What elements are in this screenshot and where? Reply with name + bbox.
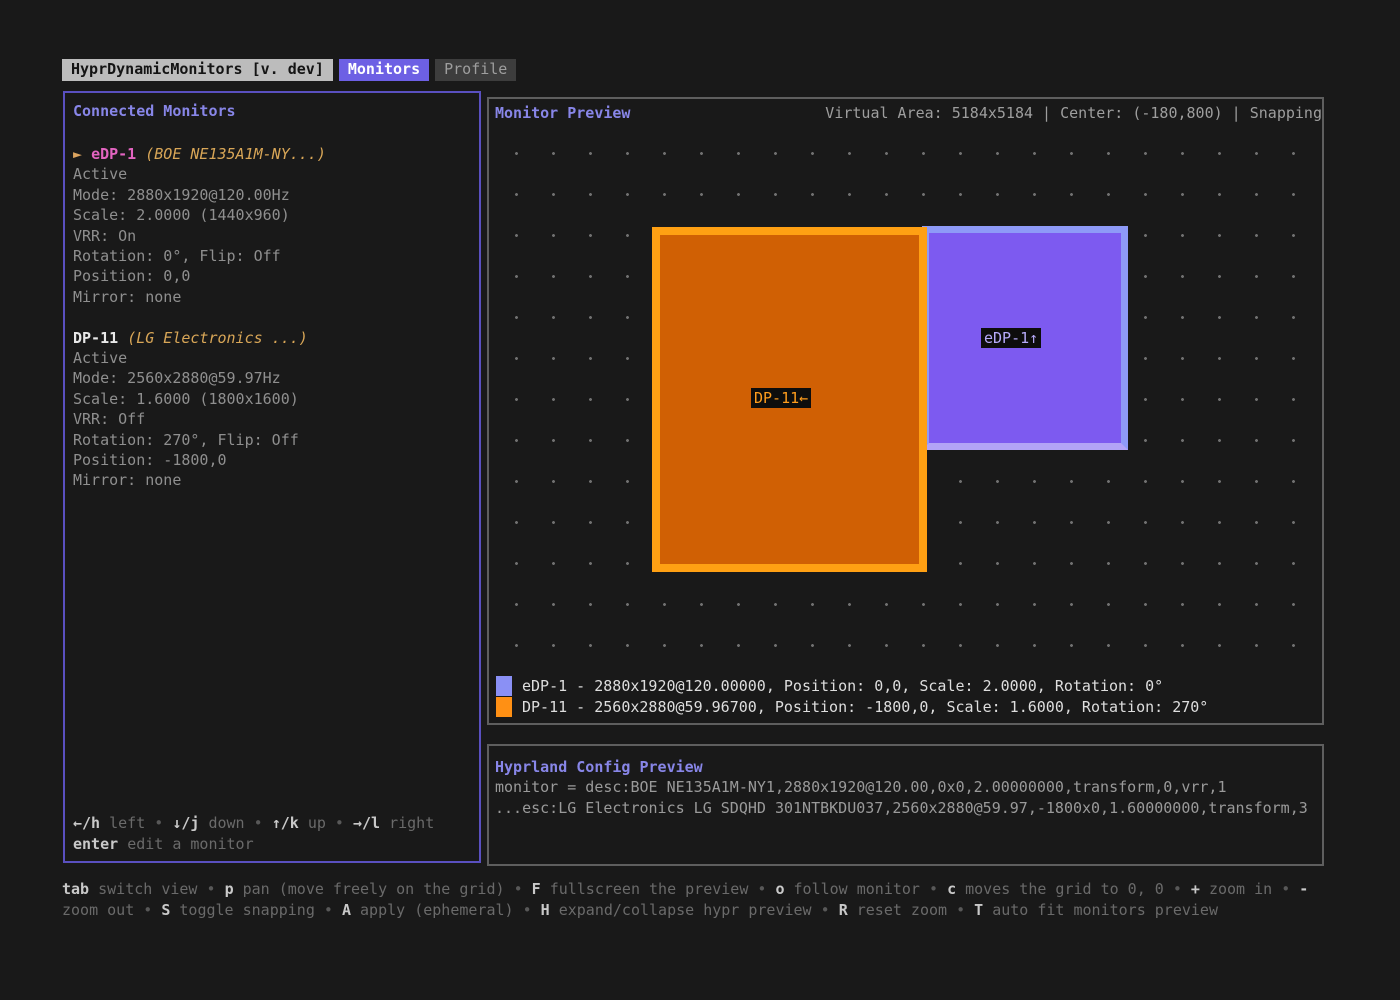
titlebar: HyprDynamicMonitors [v. dev] Monitors Pr… — [62, 59, 516, 81]
preview-status: Virtual Area: 5184x5184 | Center: (-180,… — [825, 104, 1322, 122]
keybind-follow: o — [775, 880, 784, 898]
monitor-position: Position: 0,0 — [73, 266, 473, 286]
legend-row-dp11: DP-11 - 2560x2880@59.96700, Position: -1… — [496, 696, 1208, 717]
monitor-scale: Scale: 1.6000 (1800x1600) — [73, 389, 473, 409]
keybind-enter: enter — [73, 835, 118, 853]
keybind-tab: tab — [62, 880, 89, 898]
monitor-status: Active — [73, 164, 473, 184]
monitor-name[interactable]: eDP-1 — [91, 145, 136, 163]
keybind-desc: right — [389, 814, 434, 832]
keybind-desc: moves the grid to 0, 0 — [965, 880, 1164, 898]
keybind-desc: apply (ephemeral) — [360, 901, 514, 919]
keybind-right: →/l — [353, 814, 380, 832]
global-keybind-help: tab switch view • p pan (move freely on … — [62, 879, 1362, 921]
separator: • — [757, 880, 766, 898]
monitor-status: Active — [73, 348, 473, 368]
separator: • — [254, 814, 263, 832]
connected-monitors-panel: Connected Monitors ► eDP-1 (BOE NE135A1M… — [63, 91, 481, 863]
monitor-rotation: Rotation: 270°, Flip: Off — [73, 430, 473, 450]
preview-title: Monitor Preview — [495, 104, 630, 122]
legend-row-edp1: eDP-1 - 2880x1920@120.00000, Position: 0… — [496, 675, 1208, 696]
keybind-desc: edit a monitor — [127, 835, 253, 853]
legend-swatch-dp11 — [496, 697, 512, 717]
monitor-item-edp1[interactable]: ► eDP-1 (BOE NE135A1M-NY...) Active Mode… — [73, 144, 473, 307]
keybind-desc: reset zoom — [857, 901, 947, 919]
keybind-desc: down — [208, 814, 244, 832]
keybind-left: ←/h — [73, 814, 100, 832]
monitor-mirror: Mirror: none — [73, 470, 473, 490]
keybind-up: ↑/k — [272, 814, 299, 832]
separator: • — [324, 901, 333, 919]
help-line-1: tab switch view • p pan (move freely on … — [62, 879, 1362, 900]
config-line: ...esc:LG Electronics LG SDQHD 301NTBKDU… — [495, 798, 1316, 818]
keybind-autofit: T — [974, 901, 983, 919]
monitor-mode: Mode: 2560x2880@59.97Hz — [73, 368, 473, 388]
monitor-list: ► eDP-1 (BOE NE135A1M-NY...) Active Mode… — [73, 144, 473, 491]
keybind-desc: zoom out — [62, 901, 134, 919]
monitor-mode: Mode: 2880x1920@120.00Hz — [73, 185, 473, 205]
keybind-desc: pan (move freely on the grid) — [243, 880, 505, 898]
list-keybind-help: ←/h left • ↓/j down • ↑/k up • →/l right… — [73, 813, 434, 854]
keybind-desc: left — [109, 814, 145, 832]
monitor-scale: Scale: 2.0000 (1440x960) — [73, 205, 473, 225]
legend-text: eDP-1 - 2880x1920@120.00000, Position: 0… — [522, 677, 1163, 695]
keybind-pan: p — [225, 880, 234, 898]
monitor-vendor: (LG Electronics ...) — [127, 329, 308, 347]
hyprland-config-panel: Hyprland Config Preview monitor = desc:B… — [487, 744, 1324, 866]
separator: • — [207, 880, 216, 898]
keybind-desc: fullscreen the preview — [550, 880, 749, 898]
app-title: HyprDynamicMonitors [v. dev] — [62, 59, 333, 81]
keybind-fullscreen: F — [532, 880, 541, 898]
monitor-preview-panel: Monitor Preview Virtual Area: 5184x5184 … — [487, 97, 1324, 725]
monitor-mirror: Mirror: none — [73, 287, 473, 307]
keybind-center: c — [947, 880, 956, 898]
monitor-position: Position: -1800,0 — [73, 450, 473, 470]
keybind-desc: up — [308, 814, 326, 832]
keybind-reset-zoom: R — [839, 901, 848, 919]
keybind-desc: auto fit monitors preview — [992, 901, 1218, 919]
preview-monitor-label-dp11[interactable]: DP-11← — [751, 388, 811, 408]
config-line: monitor = desc:BOE NE135A1M-NY1,2880x192… — [495, 777, 1316, 797]
keybind-desc: expand/collapse hypr preview — [559, 901, 812, 919]
separator: • — [821, 901, 830, 919]
keybind-desc: follow monitor — [794, 880, 920, 898]
separator: • — [956, 901, 965, 919]
keybind-down: ↓/j — [172, 814, 199, 832]
keybind-hypr-preview: H — [541, 901, 550, 919]
separator: • — [523, 901, 532, 919]
separator: • — [1173, 880, 1182, 898]
separator: • — [143, 901, 152, 919]
separator: • — [335, 814, 344, 832]
keybind-zoom-out: - — [1299, 880, 1308, 898]
tab-profile[interactable]: Profile — [435, 59, 516, 81]
separator: • — [929, 880, 938, 898]
selection-arrow-icon: ► — [73, 145, 82, 163]
monitor-vrr: VRR: On — [73, 226, 473, 246]
keybind-apply: A — [342, 901, 351, 919]
preview-monitor-label-edp1[interactable]: eDP-1↑ — [981, 328, 1041, 348]
monitor-item-dp11[interactable]: DP-11 (LG Electronics ...) Active Mode: … — [73, 328, 473, 491]
help-line-2: zoom out • S toggle snapping • A apply (… — [62, 900, 1362, 921]
preview-header: Monitor Preview Virtual Area: 5184x5184 … — [495, 104, 1322, 122]
connected-monitors-title: Connected Monitors — [73, 102, 236, 120]
separator: • — [1281, 880, 1290, 898]
separator: • — [514, 880, 523, 898]
keybind-desc: zoom in — [1209, 880, 1272, 898]
keybind-desc: switch view — [98, 880, 197, 898]
keybind-zoom-in: + — [1191, 880, 1200, 898]
config-title: Hyprland Config Preview — [495, 757, 1316, 777]
preview-legend: eDP-1 - 2880x1920@120.00000, Position: 0… — [496, 675, 1208, 717]
keybind-snapping: S — [161, 901, 170, 919]
tab-monitors[interactable]: Monitors — [339, 59, 429, 81]
monitor-name[interactable]: DP-11 — [73, 329, 118, 347]
legend-text: DP-11 - 2560x2880@59.96700, Position: -1… — [522, 698, 1208, 716]
separator: • — [154, 814, 163, 832]
legend-swatch-edp1 — [496, 676, 512, 696]
keybind-desc: toggle snapping — [179, 901, 314, 919]
monitor-vrr: VRR: Off — [73, 409, 473, 429]
monitor-vendor: (BOE NE135A1M-NY...) — [145, 145, 326, 163]
monitor-rotation: Rotation: 0°, Flip: Off — [73, 246, 473, 266]
app-screen: HyprDynamicMonitors [v. dev] Monitors Pr… — [0, 0, 1400, 1000]
